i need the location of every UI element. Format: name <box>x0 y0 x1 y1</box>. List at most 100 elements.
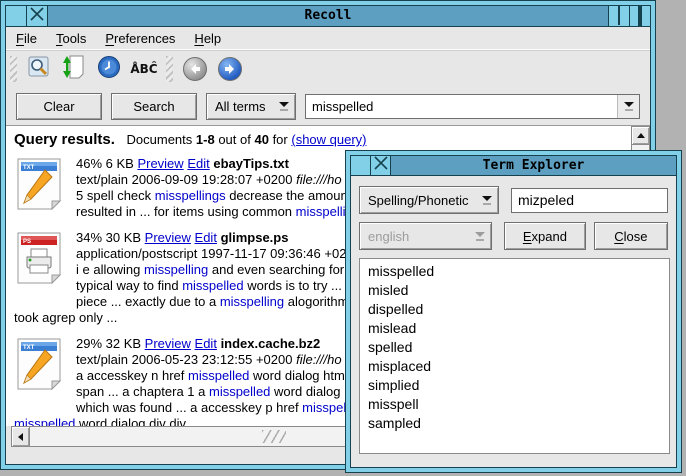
result-text: resulted in ... for items using common <box>76 204 296 219</box>
term-item[interactable]: misplaced <box>360 357 669 376</box>
highlighted-term: misspelled <box>182 278 243 293</box>
language-select[interactable]: english <box>359 222 492 250</box>
minimize-button[interactable] <box>6 6 27 26</box>
scroll-left-button[interactable] <box>12 427 30 446</box>
term-explorer-window: Term Explorer Spelling/Phonetic mizpeled… <box>345 150 682 473</box>
restore-button[interactable] <box>608 6 629 26</box>
term-list[interactable]: misspelled misled dispelled mislead spel… <box>359 258 670 454</box>
result-text: words is to try ... <box>247 278 342 293</box>
search-bar: Clear Search All terms misspelled <box>6 87 650 125</box>
recoll-titlebar[interactable]: Recoll <box>6 6 650 27</box>
sort-parameters-icon <box>62 54 86 85</box>
svg-text:TXT: TXT <box>23 345 35 351</box>
menu-tools[interactable]: Tools <box>56 31 86 46</box>
edit-link[interactable]: Edit <box>187 156 209 171</box>
edit-link[interactable]: Edit <box>195 336 217 351</box>
dialog-title: Term Explorer <box>391 156 676 175</box>
result-text: alogorithm <box>288 294 349 309</box>
menu-preferences[interactable]: Preferences <box>105 31 175 46</box>
result-text: decrease the amount <box>229 188 351 203</box>
close-button[interactable] <box>27 6 48 26</box>
result-text: 34% 30 KB <box>76 230 145 245</box>
highlighted-term: misspelled <box>14 416 75 426</box>
menu-help[interactable]: Help <box>194 31 221 46</box>
result-text: 46% 6 KB <box>76 156 137 171</box>
document-history-icon <box>97 55 121 84</box>
term-item[interactable]: misled <box>360 281 669 300</box>
clear-button[interactable]: Clear <box>16 93 102 120</box>
scroll-up-button[interactable] <box>632 127 649 145</box>
window-title: Recoll <box>48 6 608 26</box>
highlighted-term: misspellings <box>155 188 226 203</box>
edit-link[interactable]: Edit <box>195 230 217 245</box>
result-text: piece ... exactly due to a <box>76 294 220 309</box>
minimize-button[interactable] <box>351 156 371 175</box>
term-input[interactable]: mizpeled <box>511 188 668 213</box>
result-text: 5 spell check <box>76 188 155 203</box>
desktop: Recoll File Tools Preferences Help <box>0 0 686 476</box>
result-text: file:///ho <box>296 172 342 187</box>
svg-text:PS: PS <box>23 239 31 245</box>
result-filename: glimpse.ps <box>221 230 289 245</box>
toolbar-separator <box>166 56 173 82</box>
term-item[interactable]: misspelled <box>360 262 669 281</box>
svg-text:TXT: TXT <box>23 165 35 171</box>
chevron-down-icon[interactable] <box>617 95 639 118</box>
menubar: File Tools Preferences Help <box>6 27 650 50</box>
advanced-search-button[interactable] <box>26 55 52 83</box>
term-item[interactable]: dispelled <box>360 300 669 319</box>
term-item[interactable]: simplied <box>360 376 669 395</box>
sort-parameters-button[interactable] <box>61 55 87 83</box>
close-icon <box>30 7 44 26</box>
chevron-down-icon <box>476 187 498 213</box>
maximize-icon <box>638 7 642 25</box>
query-input[interactable]: misspelled <box>305 94 640 119</box>
result-text: word dialog <box>274 384 341 399</box>
result-text: a accesskey n href <box>76 368 188 383</box>
text-file-icon: TXT <box>16 158 62 213</box>
results-title: Query results. <box>14 131 115 148</box>
term-item[interactable]: spelled <box>360 338 669 357</box>
term-explorer-titlebar[interactable]: Term Explorer <box>351 156 676 176</box>
result-text: span ... a chaptera 1 a <box>76 384 209 399</box>
preview-link[interactable]: Preview <box>145 336 191 351</box>
preview-link[interactable]: Preview <box>145 230 191 245</box>
chevron-down-icon <box>274 94 295 119</box>
search-button[interactable]: Search <box>111 93 197 120</box>
expand-button[interactable]: Expand <box>504 222 586 250</box>
show-query-link[interactable]: (show query) <box>291 132 366 147</box>
document-history-button[interactable] <box>96 55 122 83</box>
restore-icon <box>618 7 620 25</box>
scrollbar-grip[interactable] <box>262 430 286 443</box>
preview-link[interactable]: Preview <box>137 156 183 171</box>
result-text: 29% 32 KB <box>76 336 145 351</box>
result-text: file:///ho <box>296 352 342 367</box>
maximize-button[interactable] <box>629 6 650 26</box>
results-header: Query results. Documents 1-8 out of 40 f… <box>14 130 642 150</box>
close-dialog-button[interactable]: Close <box>594 222 668 250</box>
close-button[interactable] <box>371 156 391 175</box>
search-mode-select[interactable]: All terms <box>206 93 296 120</box>
postscript-file-icon: PS <box>16 232 62 287</box>
result-text: application/postscript 1997-11-17 09:36:… <box>76 246 361 261</box>
expansion-mode-select[interactable]: Spelling/Phonetic <box>359 186 499 214</box>
highlighted-term: misspelling <box>144 262 208 277</box>
result-filename: ebayTips.txt <box>213 156 289 171</box>
next-page-button[interactable] <box>217 55 243 83</box>
arrow-up-icon <box>637 133 645 138</box>
term-item[interactable]: mislead <box>360 319 669 338</box>
previous-page-button[interactable] <box>182 55 208 83</box>
arrow-left-icon <box>18 433 23 441</box>
text-file-icon: TXT <box>16 338 62 393</box>
result-text: i e allowing <box>76 262 144 277</box>
highlighted-term: misspelling <box>220 294 284 309</box>
result-text: and even searching for <box>212 262 344 277</box>
term-item[interactable]: sampled <box>360 414 669 433</box>
menu-file[interactable]: File <box>16 31 37 46</box>
result-text: typical way to find <box>76 278 182 293</box>
result-text: took agrep only ... <box>14 310 117 325</box>
term-item[interactable]: misspell <box>360 395 669 414</box>
toolbar-drag-handle[interactable] <box>10 56 17 82</box>
term-explorer-button[interactable]: ÅBĈ <box>131 55 157 83</box>
highlighted-term: misspelled <box>209 384 270 399</box>
